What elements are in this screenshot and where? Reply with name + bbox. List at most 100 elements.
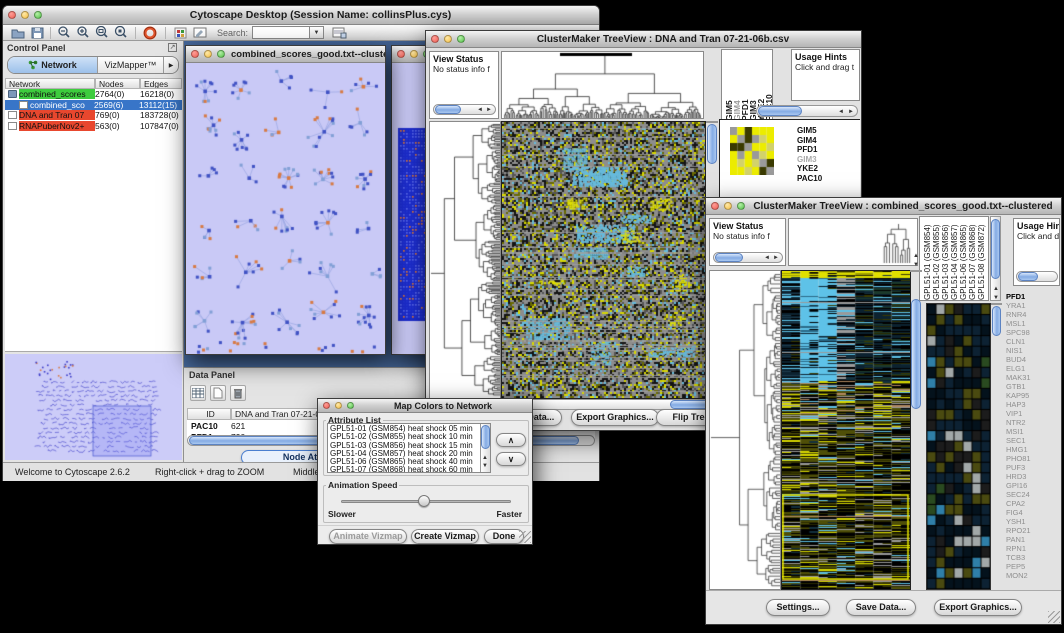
treeview1-titlebar[interactable]: ClusterMaker TreeView : DNA and Tran 07-…: [426, 31, 861, 48]
close-button[interactable]: [8, 11, 16, 19]
column-label[interactable]: GPL51-04 (GSM857): [950, 219, 959, 300]
delete-attribute-icon[interactable]: [230, 385, 246, 401]
zoom-fit-icon[interactable]: [95, 26, 109, 39]
column-header-network[interactable]: Network: [5, 78, 95, 89]
gene-label[interactable]: SPC98: [1006, 328, 1060, 337]
speed-slider-thumb[interactable]: [418, 495, 430, 507]
gene-label[interactable]: RPN1: [1006, 544, 1060, 553]
zoom-button[interactable]: [217, 50, 225, 58]
column-header-edges[interactable]: Edges: [140, 78, 182, 89]
gene-label[interactable]: PUF3: [1006, 463, 1060, 472]
column-label[interactable]: GPL51-08 (GSM872): [977, 219, 986, 300]
gene-label[interactable]: NTR2: [1006, 418, 1060, 427]
attribute-list[interactable]: GPL51-01 (GSM854) heat shock 05 minGPL51…: [327, 423, 491, 473]
tv2-usage-scrollbar[interactable]: [1016, 271, 1058, 282]
resize-grip[interactable]: [1048, 611, 1060, 623]
column-label[interactable]: GIM3: [748, 52, 756, 121]
treeview2-titlebar[interactable]: ClusterMaker TreeView : combined_scores_…: [706, 198, 1061, 215]
tv2-zoom-heatmap[interactable]: [926, 303, 991, 590]
zoom-out-icon[interactable]: [57, 26, 71, 39]
gene-label[interactable]: HAP3: [1006, 400, 1060, 409]
move-up-button[interactable]: ∧: [496, 433, 526, 447]
column-label[interactable]: GPL51-06 (GSM865): [959, 219, 968, 300]
gene-label[interactable]: BUD4: [1006, 355, 1060, 364]
close-button[interactable]: [431, 35, 439, 43]
zoom-in-icon[interactable]: [76, 26, 90, 39]
gene-label[interactable]: KAP95: [1006, 391, 1060, 400]
tv1-row-dendrogram[interactable]: [429, 121, 501, 399]
gene-label[interactable]: GTB1: [1006, 382, 1060, 391]
network-overview[interactable]: [5, 354, 182, 460]
attribute-list-item[interactable]: GPL51-07 (GSM868) heat shock 60 min: [330, 466, 490, 473]
column-label[interactable]: PFD1: [740, 52, 748, 121]
done-button[interactable]: Done: [484, 529, 524, 544]
network-row[interactable]: DNA and Tran 07769(0)183728(0): [5, 110, 182, 121]
gene-label[interactable]: HRD3: [1006, 472, 1060, 481]
attribute-list-item[interactable]: GPL51-03 (GSM856) heat shock 15 min: [330, 442, 490, 450]
create-vizmap-button[interactable]: Create Vizmap: [411, 529, 479, 544]
zoom-button[interactable]: [737, 202, 745, 210]
gene-label[interactable]: PAC10: [797, 174, 857, 184]
network-row[interactable]: combined_sco2569(6)13112(15): [5, 100, 182, 111]
zoom-button[interactable]: [347, 402, 354, 409]
table-icon[interactable]: [190, 385, 206, 401]
network1-titlebar[interactable]: combined_scores_good.txt--cluste...: [186, 46, 385, 63]
attribute-list-item[interactable]: GPL51-02 (GSM855) heat shock 10 min: [330, 433, 490, 441]
gene-label[interactable]: ELG1: [1006, 364, 1060, 373]
attribute-list-scrollbar[interactable]: ▲▼: [480, 424, 490, 472]
close-button[interactable]: [397, 50, 405, 58]
tab-network[interactable]: Network: [8, 57, 98, 73]
data-column-id[interactable]: ID: [187, 408, 231, 420]
gene-label[interactable]: FIG4: [1006, 508, 1060, 517]
zoom-button[interactable]: [34, 11, 42, 19]
column-label[interactable]: GPL51-03 (GSM856): [941, 219, 950, 300]
minimize-button[interactable]: [444, 35, 452, 43]
export-graphics-button[interactable]: Export Graphics...: [934, 599, 1022, 616]
tab-vizmapper[interactable]: VizMapper™: [98, 57, 164, 73]
column-label[interactable]: GPL51-07 (GSM868): [968, 219, 977, 300]
annotation-icon[interactable]: [193, 27, 207, 39]
gene-label[interactable]: SEC24: [1006, 490, 1060, 499]
attribute-list-item[interactable]: GPL51-01 (GSM854) heat shock 05 min: [330, 425, 490, 433]
gene-label[interactable]: MON2: [1006, 571, 1060, 580]
network-row[interactable]: combined_scores2764(0)16218(0): [5, 89, 182, 100]
gene-label[interactable]: RNR4: [1006, 310, 1060, 319]
gene-label[interactable]: PFD1: [1006, 292, 1060, 301]
gene-label[interactable]: GIM4: [797, 136, 857, 146]
tv1-status-scrollbar[interactable]: ◄►: [433, 104, 496, 115]
tv1-vscrollbar[interactable]: [706, 121, 718, 123]
gene-label[interactable]: MSL1: [1006, 319, 1060, 328]
tv1-usage-scrollbar[interactable]: ◄►: [756, 105, 858, 117]
tv2-global-heatmap[interactable]: [781, 270, 911, 590]
gene-label[interactable]: YSH1: [1006, 517, 1060, 526]
gene-label[interactable]: PEP5: [1006, 562, 1060, 571]
gene-label[interactable]: MAK31: [1006, 373, 1060, 382]
move-down-button[interactable]: ∨: [496, 452, 526, 466]
gene-label[interactable]: PHO81: [1006, 454, 1060, 463]
float-panel-icon[interactable]: ↗: [168, 43, 177, 52]
attribute-list-item[interactable]: GPL51-04 (GSM857) heat shock 20 min: [330, 450, 490, 458]
gene-label[interactable]: TCB3: [1006, 553, 1060, 562]
gene-label[interactable]: VIP1: [1006, 409, 1060, 418]
minimize-button[interactable]: [335, 402, 342, 409]
gene-label[interactable]: SEC1: [1006, 436, 1060, 445]
column-label[interactable]: GIM4: [732, 52, 740, 121]
tv1-heatmap[interactable]: [501, 121, 706, 399]
column-label[interactable]: GPL51-01 (GSM854): [923, 219, 932, 300]
help-ring-icon[interactable]: [143, 26, 157, 40]
minimize-button[interactable]: [204, 50, 212, 58]
gene-label[interactable]: RPO21: [1006, 526, 1060, 535]
gene-label[interactable]: PFD1: [797, 145, 857, 155]
tv2-global-vscrollbar[interactable]: ▲▼: [910, 270, 922, 272]
tv2-zoom-vscrollbar[interactable]: ▲▼: [991, 303, 1002, 305]
gene-label[interactable]: CPA2: [1006, 499, 1060, 508]
gene-label[interactable]: PAN1: [1006, 535, 1060, 544]
tv2-status-scrollbar[interactable]: ◄►: [713, 252, 783, 263]
gene-label[interactable]: GIM5: [797, 126, 857, 136]
gene-label[interactable]: GPI16: [1006, 481, 1060, 490]
new-attribute-icon[interactable]: [210, 385, 226, 401]
gene-label[interactable]: NIS1: [1006, 346, 1060, 355]
zoom-selected-icon[interactable]: [114, 26, 128, 39]
gene-label[interactable]: GIM3: [797, 155, 857, 165]
minimize-button[interactable]: [21, 11, 29, 19]
